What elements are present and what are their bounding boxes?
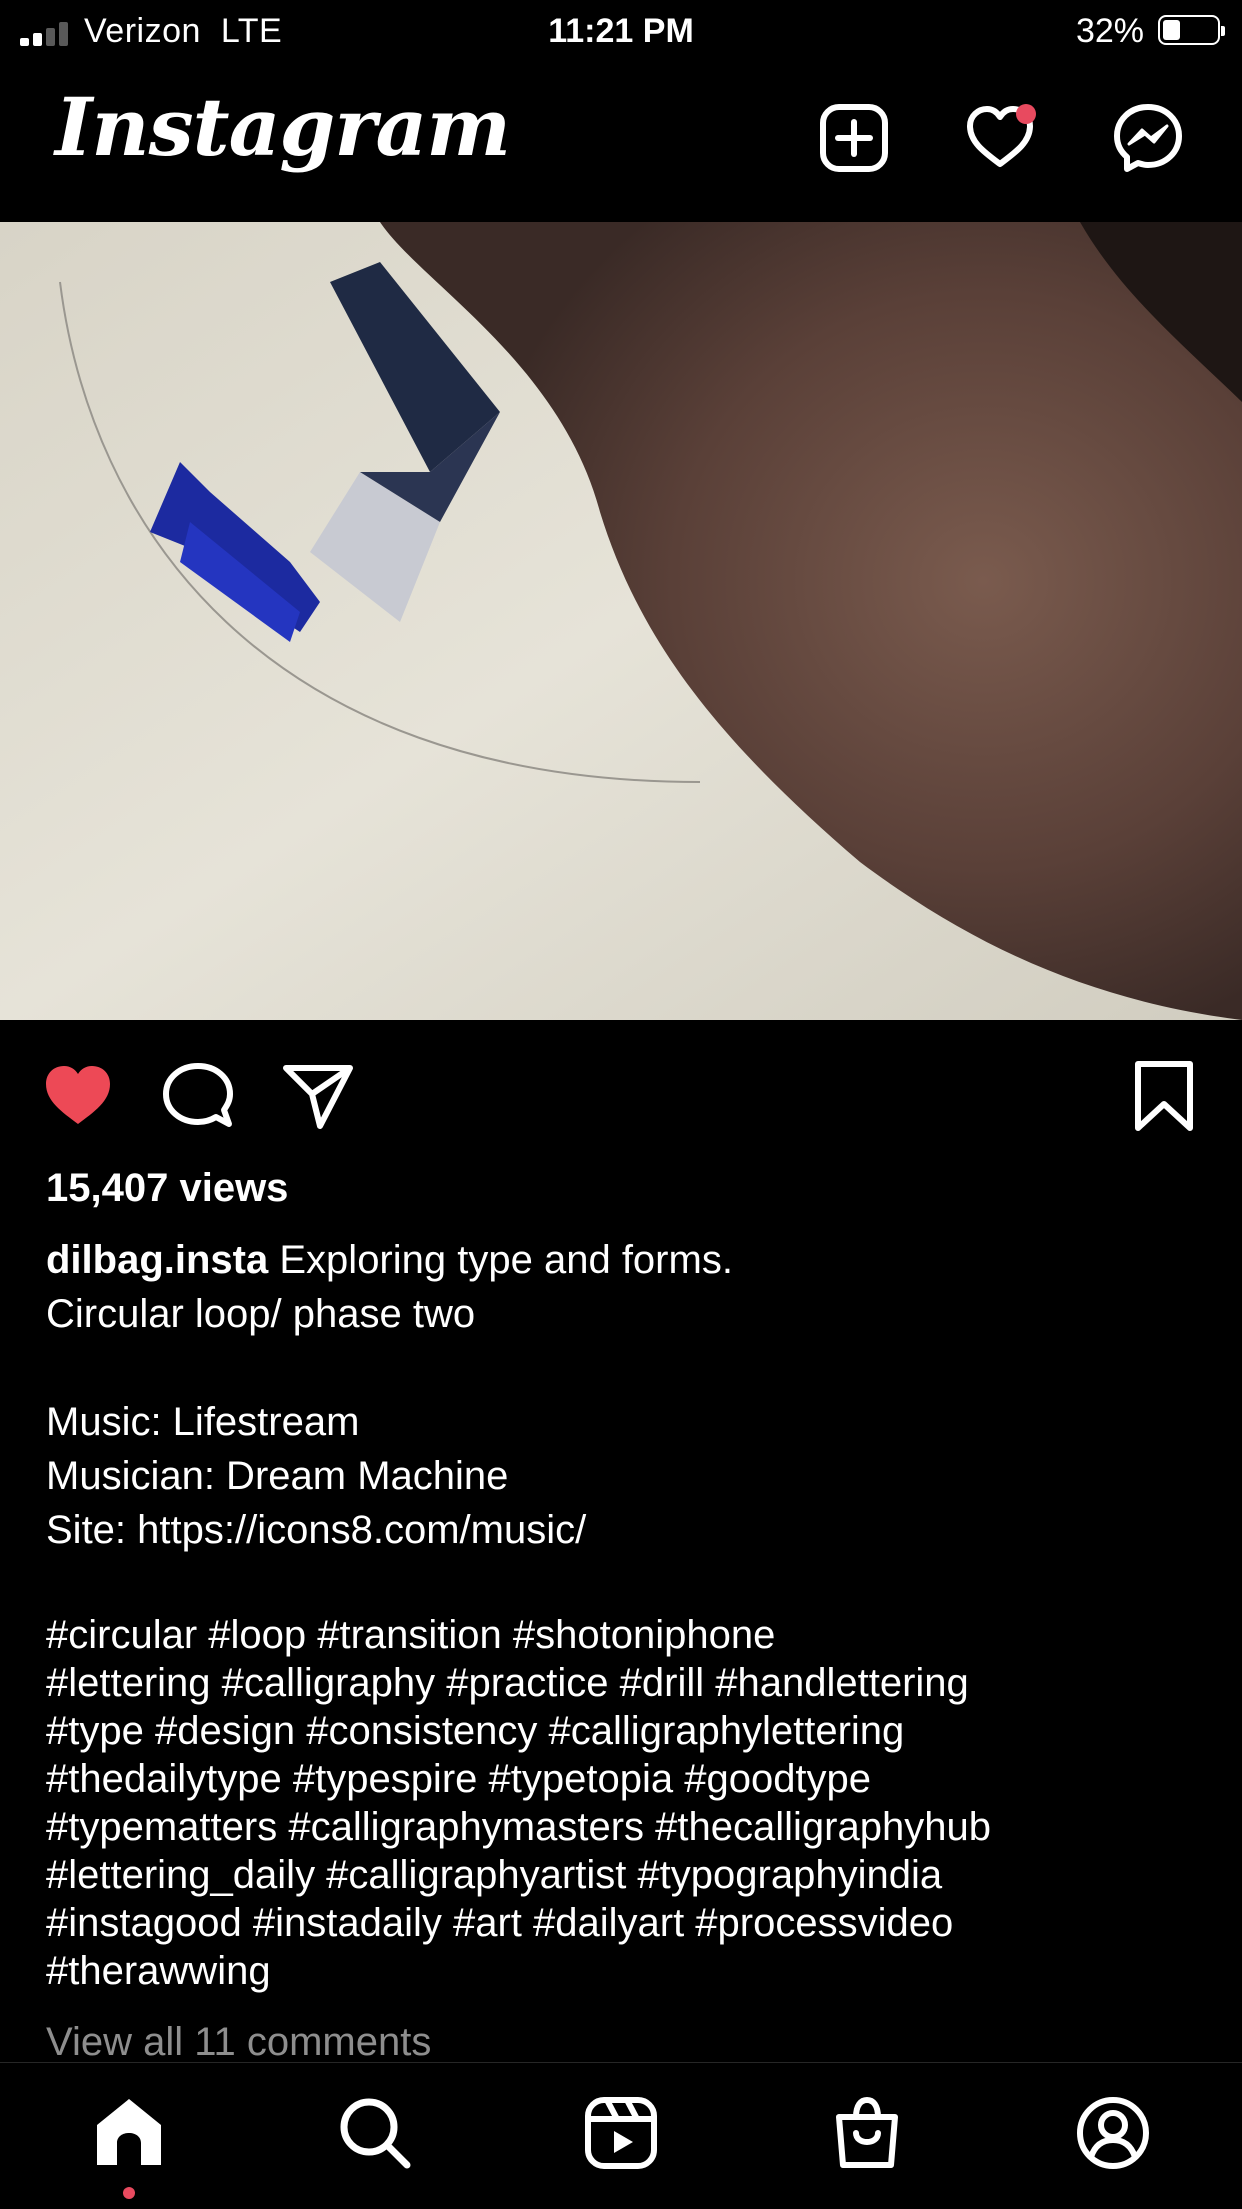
caption-first-line: Exploring type and forms. <box>279 1238 733 1282</box>
hashtag-line[interactable]: #lettering_daily #calligraphyartist #typ… <box>46 1851 1196 1899</box>
share-button[interactable] <box>282 1060 354 1132</box>
post-video[interactable] <box>0 222 1242 1020</box>
caption-line <box>46 1341 1196 1395</box>
battery-icon <box>1158 15 1225 45</box>
profile-icon <box>1077 2097 1149 2169</box>
reels-icon <box>585 2097 657 2169</box>
nav-reels[interactable] <box>583 2095 659 2171</box>
hashtag-line[interactable]: #type #design #consistency #calligraphyl… <box>46 1707 1196 1755</box>
app-header: Instagram <box>0 62 1242 222</box>
bookmark-icon <box>1135 1061 1193 1131</box>
caption-line: Music: Lifestream <box>46 1400 360 1444</box>
instagram-logo[interactable]: Instagram <box>55 80 511 174</box>
post-caption: dilbag.insta Exploring type and forms. C… <box>46 1233 1196 1995</box>
battery-percent: 32% <box>1075 12 1144 50</box>
hashtag-line[interactable]: #instagood #instadaily #art #dailyart #p… <box>46 1899 1196 1947</box>
search-icon <box>340 2098 411 2169</box>
status-bar: Verizon LTE 11:21 PM 32% <box>0 0 1242 62</box>
comment-icon <box>163 1063 233 1127</box>
caption-line: Circular loop/ phase two <box>46 1292 476 1336</box>
messenger-button[interactable] <box>1112 102 1184 174</box>
nav-search[interactable] <box>337 2095 413 2171</box>
post-actions <box>0 1050 1242 1140</box>
caption-line <box>46 1557 1196 1611</box>
shop-icon <box>836 2096 898 2168</box>
send-icon <box>283 1065 353 1129</box>
messenger-icon <box>1114 104 1182 172</box>
caption-line: Musician: Dream Machine <box>46 1454 509 1498</box>
hashtag-block: #circular #loop #transition #shotoniphon… <box>46 1611 1196 1995</box>
hashtag-line[interactable]: #lettering #calligraphy #practice #drill… <box>46 1659 1196 1707</box>
liked-heart-icon <box>46 1066 110 1124</box>
view-count[interactable]: 15,407 views <box>46 1166 288 1211</box>
home-icon <box>97 2099 161 2165</box>
calligraphy-video-frame <box>0 222 1242 1020</box>
hashtag-line[interactable]: #circular #loop #transition #shotoniphon… <box>46 1611 1196 1659</box>
bottom-nav <box>0 2062 1242 2209</box>
post-username[interactable]: dilbag.insta <box>46 1238 268 1282</box>
new-post-icon <box>820 104 888 172</box>
new-post-button[interactable] <box>818 102 890 174</box>
comment-button[interactable] <box>162 1060 234 1132</box>
nav-home[interactable] <box>91 2095 167 2171</box>
hashtag-line[interactable]: #typematters #calligraphymasters #thecal… <box>46 1803 1196 1851</box>
activity-button[interactable] <box>964 102 1036 174</box>
battery-fill <box>1163 20 1180 40</box>
save-button[interactable] <box>1128 1060 1200 1132</box>
active-tab-indicator <box>123 2187 135 2199</box>
nav-profile[interactable] <box>1075 2095 1151 2171</box>
notification-dot <box>1016 104 1036 124</box>
hashtag-line[interactable]: #thedailytype #typespire #typetopia #goo… <box>46 1755 1196 1803</box>
nav-shop[interactable] <box>829 2095 905 2171</box>
clock: 11:21 PM <box>548 12 694 50</box>
hashtag-line[interactable]: #therawwing <box>46 1947 1196 1995</box>
caption-line: Site: https://icons8.com/music/ <box>46 1508 587 1552</box>
view-all-comments-link[interactable]: View all 11 comments <box>46 2020 431 2065</box>
like-button[interactable] <box>42 1060 114 1132</box>
